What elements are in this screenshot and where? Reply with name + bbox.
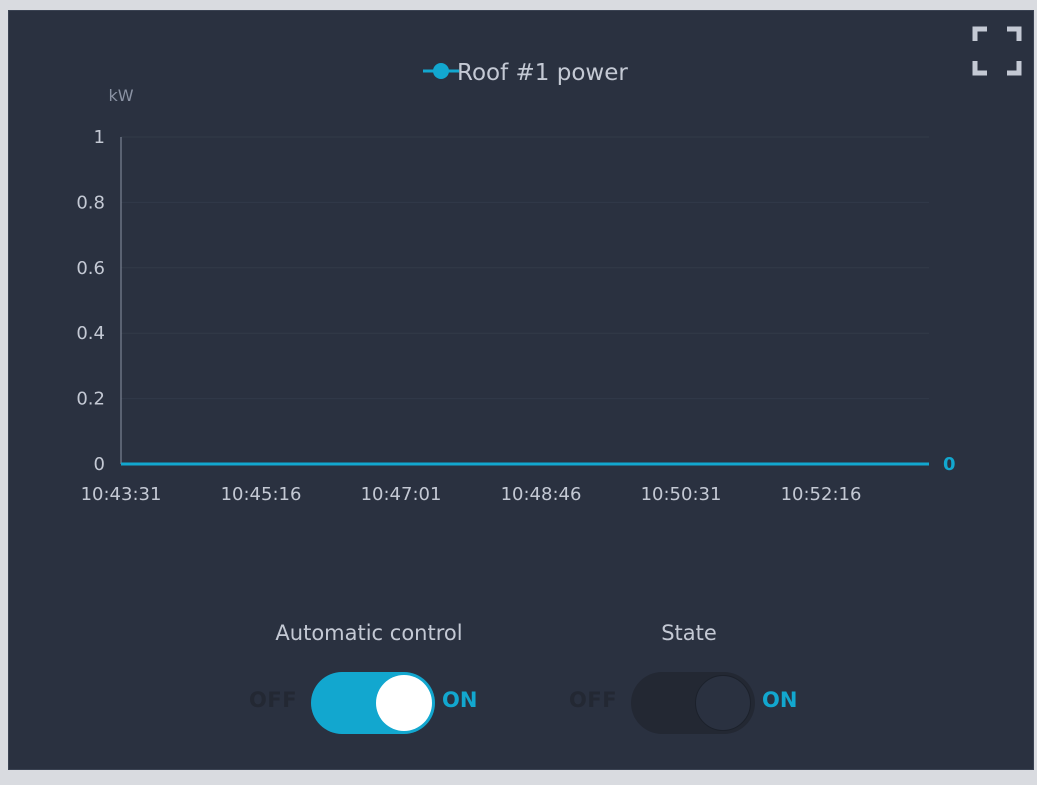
x-tick-label: 10:52:16 (781, 484, 862, 505)
x-tick-label: 10:45:16 (221, 484, 302, 505)
y-tick-label: 0.6 (76, 258, 105, 279)
automatic-control-on-label: ON (442, 688, 478, 712)
automatic-control-toggle[interactable] (311, 672, 435, 734)
x-axis-ticks: 10:43:31 10:45:16 10:47:01 10:48:46 10:50:31… (81, 484, 862, 505)
automatic-control-label: Automatic control (275, 621, 463, 645)
toggle-knob (376, 675, 432, 731)
y-tick-label: 0.4 (76, 323, 105, 344)
legend-marker-icon (433, 63, 449, 79)
automatic-control-toggle-group: OFF ON (249, 672, 499, 734)
widget-panel: 0 0.2 0.4 0.6 0.8 1 10:43:31 10:45:16 10:47:01 1… (8, 10, 1034, 770)
last-value-label: 0 (943, 454, 956, 475)
x-tick-label: 10:43:31 (81, 484, 162, 505)
y-axis-ticks: 0 0.2 0.4 0.6 0.8 1 (76, 127, 105, 475)
x-tick-label: 10:50:31 (641, 484, 722, 505)
toggle-knob (695, 675, 751, 731)
y-tick-label: 0.2 (76, 389, 105, 410)
chart-gridlines (121, 136, 929, 465)
state-toggle-group: OFF ON (569, 672, 819, 734)
y-axis-unit-label: kW (108, 86, 133, 105)
chart-legend[interactable]: Roof #1 power (423, 60, 628, 86)
state-off-label: OFF (569, 688, 618, 712)
y-tick-label: 0.8 (76, 192, 105, 213)
x-tick-label: 10:48:46 (501, 484, 582, 505)
state-label: State (661, 621, 717, 645)
state-toggle[interactable] (631, 672, 755, 734)
automatic-control-off-label: OFF (249, 688, 298, 712)
series-layer: 0 (121, 454, 956, 475)
x-tick-label: 10:47:01 (361, 484, 442, 505)
power-chart: 00.20.40.60.81 10:43:31 10:45:16 10:47:01 1… (76, 60, 956, 505)
y-tick-label: 1 (94, 127, 105, 148)
y-tick-label: 0 (94, 454, 105, 475)
legend-series-name: Roof #1 power (457, 60, 628, 86)
state-on-label: ON (762, 688, 798, 712)
